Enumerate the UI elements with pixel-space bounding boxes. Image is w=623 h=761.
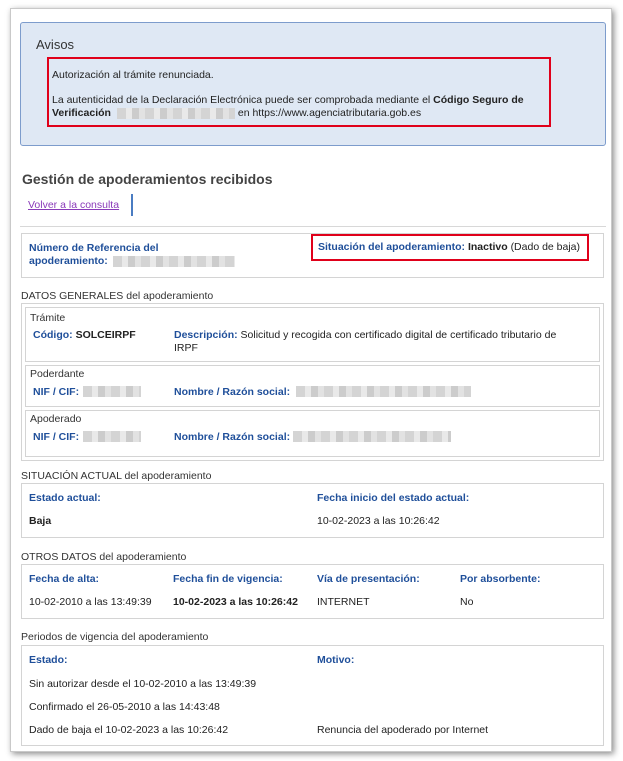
avisos-verification-line1: La autenticidad de la Declaración Electr… — [52, 94, 524, 106]
divider — [20, 226, 606, 227]
fecha-alta-label: Fecha de alta: — [29, 573, 100, 585]
via-presentacion-label: Vía de presentación: — [317, 573, 420, 585]
periodo-row-3-estado: Dado de baja el 10-02-2023 a las 10:26:4… — [29, 724, 229, 736]
descripcion-field: Descripción: Solicitud y recogida con ce… — [174, 329, 557, 341]
estado-actual-label: Estado actual: — [29, 492, 101, 504]
poderdante-nif-label: NIF / CIF: — [33, 386, 80, 398]
fecha-inicio-label: Fecha inicio del estado actual: — [317, 492, 470, 504]
codigo-field: Código: SOLCEIRPF — [33, 329, 136, 341]
apoderado-nombre-label: Nombre / Razón social: — [174, 431, 291, 443]
datos-generales-title: DATOS GENERALES del apoderamiento — [21, 290, 214, 302]
estado-actual-value: Baja — [29, 515, 52, 527]
situacion-actual-box — [21, 483, 604, 538]
tramite-title: Trámite — [30, 312, 66, 324]
periodos-title: Periodos de vigencia del apoderamiento — [21, 631, 209, 643]
fecha-fin-label: Fecha fin de vigencia: — [173, 573, 283, 585]
por-absorbente-value: No — [460, 596, 474, 608]
periodo-row-3-motivo: Renuncia del apoderado por Internet — [317, 724, 489, 736]
apoderado-title: Apoderado — [30, 413, 82, 425]
redacted-apoderado-nombre — [293, 431, 451, 442]
via-presentacion-value: INTERNET — [317, 596, 370, 608]
periodo-row-1-estado: Sin autorizar desde el 10-02-2010 a las … — [29, 678, 257, 690]
periodo-row-2-estado: Confirmado el 26-05-2010 a las 14:43:48 — [29, 701, 220, 713]
situacion-actual-title: SITUACIÓN ACTUAL del apoderamiento — [21, 470, 212, 482]
avisos-title: Avisos — [36, 37, 75, 52]
fecha-fin-value: 10-02-2023 a las 10:26:42 — [173, 596, 298, 608]
periodo-motivo-label: Motivo: — [317, 654, 355, 666]
redacted-csv-code — [116, 107, 235, 119]
por-absorbente-label: Por absorbente: — [460, 573, 541, 585]
poderdante-nombre-label: Nombre / Razón social: — [174, 386, 291, 398]
page-title: Gestión de apoderamientos recibidos — [22, 171, 273, 187]
referencia-label-cont: apoderamiento: — [29, 255, 108, 267]
redacted-apoderado-nif — [83, 431, 141, 442]
redacted-poderdante-nombre — [296, 386, 471, 397]
fecha-alta-value: 10-02-2010 a las 13:49:39 — [29, 596, 152, 608]
redacted-poderdante-nif — [83, 386, 141, 397]
referencia-label: Número de Referencia del — [29, 242, 159, 254]
toolbar-divider — [131, 194, 133, 216]
avisos-verification-line2: Verificación en https://www.agenciatribu… — [52, 107, 422, 119]
situacion-apoderamiento: Situación del apoderamiento: Inactivo (D… — [318, 241, 581, 253]
redacted-referencia — [113, 256, 235, 267]
fecha-inicio-value: 10-02-2023 a las 10:26:42 — [317, 515, 440, 527]
apoderado-nif-label: NIF / CIF: — [33, 431, 80, 443]
poderdante-title: Poderdante — [30, 368, 85, 380]
periodo-estado-label: Estado: — [29, 654, 68, 666]
avisos-message: Autorización al trámite renunciada. — [52, 69, 214, 81]
descripcion-field-cont: IRPF — [174, 342, 198, 354]
back-to-search-link[interactable]: Volver a la consulta — [28, 199, 119, 211]
otros-datos-title: OTROS DATOS del apoderamiento — [21, 551, 187, 563]
